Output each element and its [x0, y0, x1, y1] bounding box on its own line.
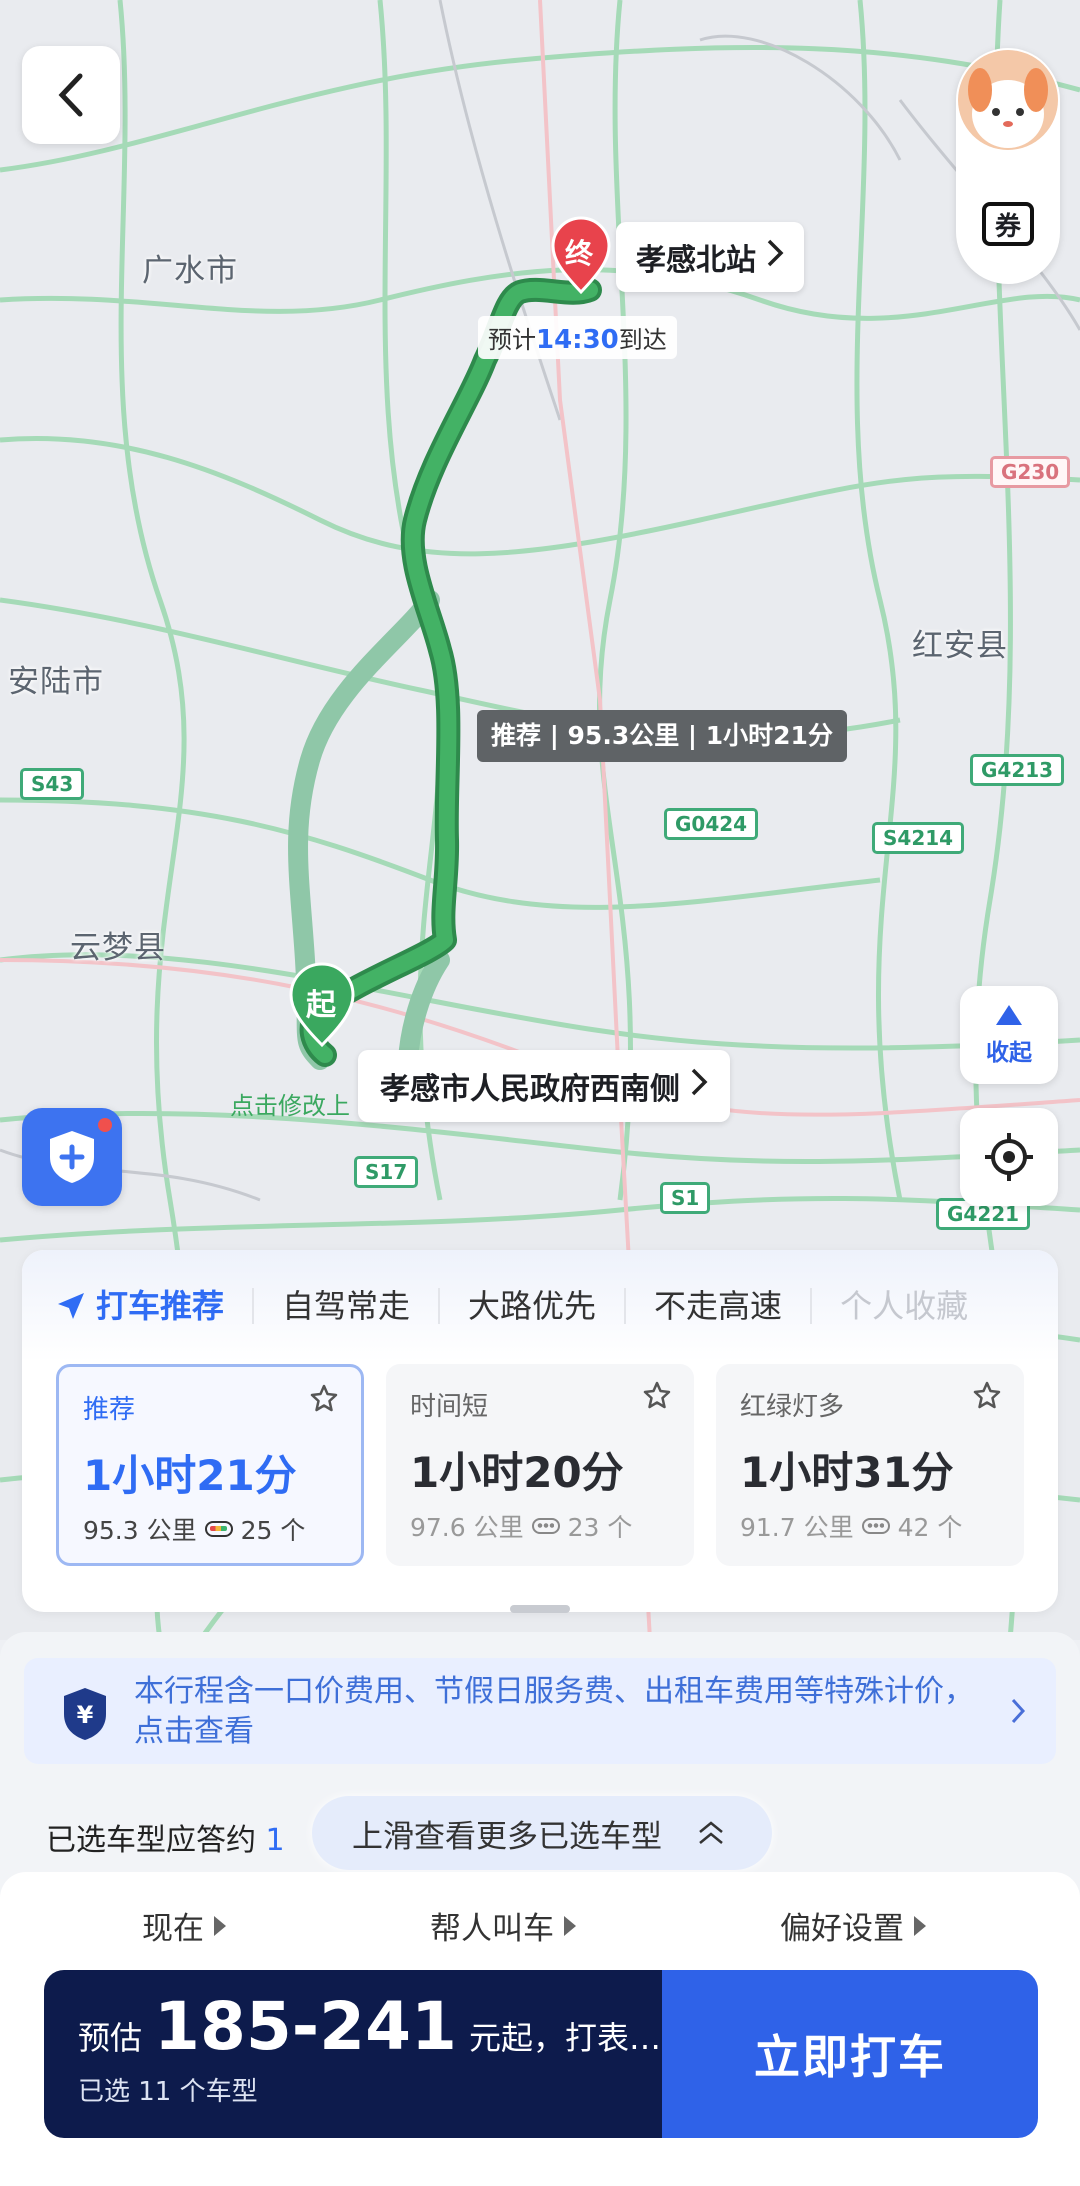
- price-estimate[interactable]: 预估 185-241 元起，打表… 已选 11 个车型: [44, 1970, 662, 2138]
- origin-edit-hint[interactable]: 点击修改上: [230, 1086, 350, 1121]
- preference-settings[interactable]: 偏好设置: [780, 1903, 926, 1948]
- route-tabs: 打车推荐 自驾常走 大路优先 不走高速 个人收藏: [22, 1250, 1058, 1362]
- road-shield: G0424: [664, 808, 759, 840]
- locate-icon: [985, 1133, 1033, 1181]
- route-panel: 打车推荐 自驾常走 大路优先 不走高速 个人收藏 推荐 1小时21分 95.3 …: [22, 1250, 1058, 1612]
- back-button[interactable]: [22, 46, 120, 144]
- destination-badge: 终: [565, 237, 594, 270]
- navigation-arrow-icon: [58, 1293, 84, 1319]
- origin-badge: 起: [306, 988, 336, 1023]
- collapse-label: 收起: [986, 1040, 1032, 1066]
- tab-taxi-recommend[interactable]: 打车推荐: [56, 1288, 255, 1324]
- route-card-label: 推荐: [83, 1395, 136, 1425]
- origin-name: 孝感市人民政府西南侧: [380, 1072, 680, 1107]
- route-card-label: 红绿灯多: [740, 1392, 845, 1422]
- route-card-duration: 1小时21分: [83, 1451, 297, 1500]
- price-range: 185-241: [154, 1988, 457, 2065]
- chevron-right-icon: [766, 238, 784, 276]
- tab-driving-common[interactable]: 自驾常走: [254, 1288, 441, 1324]
- order-bar: 预估 185-241 元起，打表… 已选 11 个车型 立即打车: [44, 1970, 1038, 2138]
- price-suffix: 元起，打表…: [468, 2019, 661, 2057]
- triangle-right-icon: [564, 1915, 576, 1936]
- star-icon[interactable]: [642, 1380, 672, 1410]
- route-card-duration: 1小时31分: [740, 1448, 954, 1497]
- chevron-left-icon: [58, 73, 83, 117]
- triangle-up-icon: [996, 1005, 1022, 1025]
- shield-plus-icon: [50, 1131, 94, 1183]
- destination-name: 孝感北站: [636, 243, 756, 278]
- swipe-up-hint[interactable]: 上滑查看更多已选车型: [312, 1796, 772, 1870]
- road-shield: S1: [660, 1182, 711, 1214]
- yuan-shield-icon: ¥: [64, 1688, 106, 1740]
- double-chevron-up-icon: [699, 1821, 723, 1844]
- sheet-drag-handle[interactable]: [510, 1605, 570, 1613]
- road-shield: S4214: [872, 822, 965, 854]
- star-icon[interactable]: [972, 1380, 1002, 1410]
- chevron-right-icon: [1010, 1694, 1026, 1734]
- triangle-right-icon: [914, 1915, 926, 1936]
- road-shield: S17: [354, 1156, 419, 1188]
- top-right-stack: 券: [956, 48, 1060, 284]
- tab-main-roads[interactable]: 大路优先: [440, 1288, 627, 1324]
- triangle-right-icon: [214, 1915, 226, 1936]
- route-card-fastest[interactable]: 时间短 1小时20分 97.6 公里 23 个: [386, 1364, 694, 1566]
- notice-text: 本行程含一口价费用、节假日服务费、出租车费用等特殊计价，点击查看: [134, 1674, 974, 1749]
- bunny-avatar-icon: [958, 50, 1058, 150]
- call-taxi-button[interactable]: 立即打车: [662, 1970, 1038, 2138]
- route-card-duration: 1小时20分: [410, 1448, 624, 1497]
- chevron-right-icon: [690, 1067, 708, 1105]
- route-card-meta: 97.6 公里 23 个: [410, 1513, 633, 1542]
- route-card-label: 时间短: [410, 1392, 489, 1422]
- route-card-recommended[interactable]: 推荐 1小时21分 95.3 公里 25 个: [56, 1364, 364, 1566]
- price-prefix: 预估: [78, 2019, 143, 2057]
- notification-dot: [98, 1118, 112, 1132]
- traffic-light-icon: [204, 1521, 233, 1537]
- eta-tip: 预计14:30到达: [478, 316, 677, 359]
- traffic-light-icon: [531, 1518, 560, 1534]
- route-card-more-lights[interactable]: 红绿灯多 1小时31分 91.7 公里 42 个: [716, 1364, 1024, 1566]
- swipe-hint-text: 上滑查看更多已选车型: [352, 1818, 662, 1855]
- collapse-button[interactable]: 收起: [960, 986, 1058, 1084]
- time-selector[interactable]: 现在: [142, 1903, 226, 1948]
- road-shield: G230: [990, 456, 1071, 488]
- city-label: 安陆市: [8, 664, 104, 700]
- origin-label[interactable]: 孝感市人民政府西南侧: [358, 1050, 730, 1122]
- route-card-meta: 91.7 公里 42 个: [740, 1513, 963, 1542]
- destination-label[interactable]: 孝感北站: [616, 222, 804, 292]
- selected-models-response: 已选车型应答约 1: [46, 1823, 285, 1858]
- road-shield: S43: [20, 768, 85, 800]
- city-label: 红安县: [912, 628, 1008, 664]
- safety-button[interactable]: [22, 1108, 122, 1206]
- tab-no-highway[interactable]: 不走高速: [626, 1288, 813, 1324]
- road-shield: G4213: [970, 754, 1065, 786]
- traffic-light-icon: [861, 1518, 890, 1534]
- svg-text:¥: ¥: [77, 1701, 94, 1729]
- city-label: 广水市: [142, 253, 238, 289]
- tab-favorites[interactable]: 个人收藏: [812, 1288, 996, 1324]
- coupon-button[interactable]: 券: [978, 194, 1038, 254]
- city-label: 云梦县: [70, 930, 166, 966]
- selected-models-count: 已选 11 个车型: [78, 2077, 258, 2107]
- coupon-icon: 券: [982, 202, 1034, 246]
- star-icon[interactable]: [309, 1383, 339, 1413]
- locate-button[interactable]: [960, 1108, 1058, 1206]
- call-for-others[interactable]: 帮人叫车: [430, 1903, 576, 1948]
- route-summary-tip[interactable]: 推荐 | 95.3公里 | 1小时21分: [477, 710, 847, 762]
- avatar[interactable]: [958, 50, 1058, 150]
- route-card-meta: 95.3 公里 25 个: [83, 1516, 306, 1545]
- special-pricing-notice[interactable]: ¥ 本行程含一口价费用、节假日服务费、出租车费用等特殊计价，点击查看: [24, 1658, 1056, 1764]
